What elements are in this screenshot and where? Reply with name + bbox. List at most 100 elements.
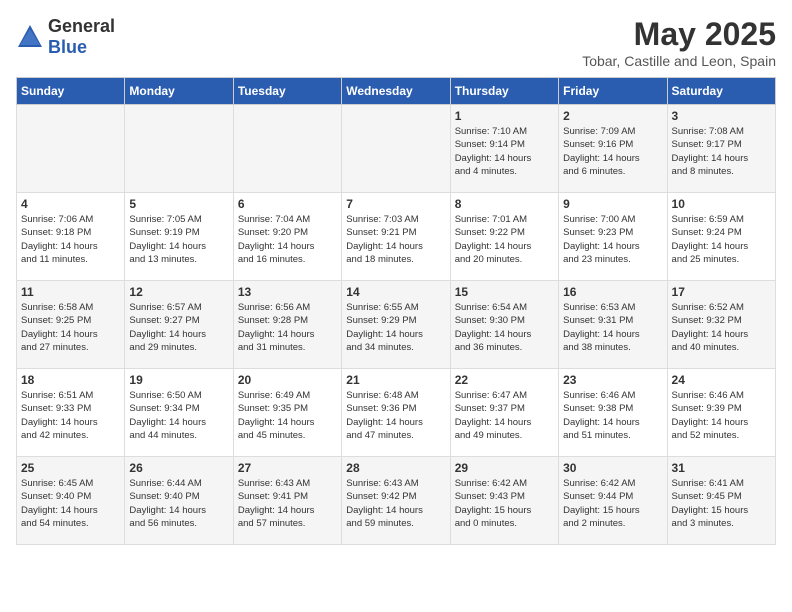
logo-blue: Blue (48, 37, 87, 57)
day-info: Sunrise: 6:43 AM Sunset: 9:41 PM Dayligh… (238, 477, 337, 530)
day-cell: 7Sunrise: 7:03 AM Sunset: 9:21 PM Daylig… (342, 193, 450, 281)
day-number: 10 (672, 197, 771, 211)
header-row: SundayMondayTuesdayWednesdayThursdayFrid… (17, 78, 776, 105)
day-cell: 29 Sunrise: 6:42 AM Sunset: 9:43 PM Dayli… (450, 457, 558, 545)
header: General Blue May 2025 Tobar, Castille an… (16, 16, 776, 69)
day-cell (342, 105, 450, 193)
day-info: Sunrise: 7:01 AM Sunset: 9:22 PM Dayligh… (455, 213, 554, 266)
day-cell: 25Sunrise: 6:45 AM Sunset: 9:40 PM Dayli… (17, 457, 125, 545)
day-number: 11 (21, 285, 120, 299)
day-cell (233, 105, 341, 193)
day-cell: 24 Sunrise: 6:46 AM Sunset: 9:39 PM Dayli… (667, 369, 775, 457)
day-cell (17, 105, 125, 193)
day-number: 15 (455, 285, 554, 299)
day-number: 29 (455, 461, 554, 475)
day-cell: 28 Sunrise: 6:43 AM Sunset: 9:42 PM Dayli… (342, 457, 450, 545)
day-cell: 26Sunrise: 6:44 AM Sunset: 9:40 PM Dayli… (125, 457, 233, 545)
day-cell: 12 Sunrise: 6:57 AM Sunset: 9:27 PM Dayli… (125, 281, 233, 369)
day-number: 9 (563, 197, 662, 211)
day-info: Sunrise: 6:56 AM Sunset: 9:28 PM Dayligh… (238, 301, 337, 354)
day-cell: 19 Sunrise: 6:50 AM Sunset: 9:34 PM Dayli… (125, 369, 233, 457)
day-cell (125, 105, 233, 193)
day-number: 27 (238, 461, 337, 475)
logo-icon (16, 23, 44, 51)
day-number: 4 (21, 197, 120, 211)
day-number: 16 (563, 285, 662, 299)
day-number: 21 (346, 373, 445, 387)
day-number: 23 (563, 373, 662, 387)
day-info: Sunrise: 6:48 AM Sunset: 9:36 PM Dayligh… (346, 389, 445, 442)
day-header-wednesday: Wednesday (342, 78, 450, 105)
day-number: 31 (672, 461, 771, 475)
day-cell: 17Sunrise: 6:52 AM Sunset: 9:32 PM Dayli… (667, 281, 775, 369)
day-number: 19 (129, 373, 228, 387)
week-row-2: 4 Sunrise: 7:06 AM Sunset: 9:18 PM Daylig… (17, 193, 776, 281)
calendar-table: SundayMondayTuesdayWednesdayThursdayFrid… (16, 77, 776, 545)
day-number: 3 (672, 109, 771, 123)
day-number: 6 (238, 197, 337, 211)
week-row-5: 25Sunrise: 6:45 AM Sunset: 9:40 PM Dayli… (17, 457, 776, 545)
week-row-4: 18 Sunrise: 6:51 AM Sunset: 9:33 PM Dayli… (17, 369, 776, 457)
day-cell: 31 Sunrise: 6:41 AM Sunset: 9:45 PM Dayli… (667, 457, 775, 545)
main-title: May 2025 (582, 16, 776, 53)
day-info: Sunrise: 6:41 AM Sunset: 9:45 PM Dayligh… (672, 477, 771, 530)
day-info: Sunrise: 6:47 AM Sunset: 9:37 PM Dayligh… (455, 389, 554, 442)
day-number: 8 (455, 197, 554, 211)
day-header-sunday: Sunday (17, 78, 125, 105)
day-info: Sunrise: 6:49 AM Sunset: 9:35 PM Dayligh… (238, 389, 337, 442)
day-cell: 30Sunrise: 6:42 AM Sunset: 9:44 PM Dayli… (559, 457, 667, 545)
day-cell: 1 Sunrise: 7:10 AM Sunset: 9:14 PM Daylig… (450, 105, 558, 193)
day-cell: 22 Sunrise: 6:47 AM Sunset: 9:37 PM Dayli… (450, 369, 558, 457)
day-cell: 27 Sunrise: 6:43 AM Sunset: 9:41 PM Dayli… (233, 457, 341, 545)
day-info: Sunrise: 6:50 AM Sunset: 9:34 PM Dayligh… (129, 389, 228, 442)
day-info: Sunrise: 7:04 AM Sunset: 9:20 PM Dayligh… (238, 213, 337, 266)
day-cell: 13 Sunrise: 6:56 AM Sunset: 9:28 PM Dayli… (233, 281, 341, 369)
day-info: Sunrise: 6:53 AM Sunset: 9:31 PM Dayligh… (563, 301, 662, 354)
day-number: 12 (129, 285, 228, 299)
day-info: Sunrise: 6:43 AM Sunset: 9:42 PM Dayligh… (346, 477, 445, 530)
day-info: Sunrise: 6:58 AM Sunset: 9:25 PM Dayligh… (21, 301, 120, 354)
day-info: Sunrise: 7:05 AM Sunset: 9:19 PM Dayligh… (129, 213, 228, 266)
day-cell: 11 Sunrise: 6:58 AM Sunset: 9:25 PM Dayli… (17, 281, 125, 369)
day-cell: 3Sunrise: 7:08 AM Sunset: 9:17 PM Daylig… (667, 105, 775, 193)
day-number: 18 (21, 373, 120, 387)
day-info: Sunrise: 6:42 AM Sunset: 9:43 PM Dayligh… (455, 477, 554, 530)
logo: General Blue (16, 16, 115, 58)
day-header-thursday: Thursday (450, 78, 558, 105)
day-info: Sunrise: 6:46 AM Sunset: 9:39 PM Dayligh… (672, 389, 771, 442)
day-cell: 9 Sunrise: 7:00 AM Sunset: 9:23 PM Daylig… (559, 193, 667, 281)
day-header-tuesday: Tuesday (233, 78, 341, 105)
week-row-1: 1 Sunrise: 7:10 AM Sunset: 9:14 PM Daylig… (17, 105, 776, 193)
week-row-3: 11 Sunrise: 6:58 AM Sunset: 9:25 PM Dayli… (17, 281, 776, 369)
day-info: Sunrise: 6:46 AM Sunset: 9:38 PM Dayligh… (563, 389, 662, 442)
day-info: Sunrise: 7:10 AM Sunset: 9:14 PM Dayligh… (455, 125, 554, 178)
day-info: Sunrise: 6:59 AM Sunset: 9:24 PM Dayligh… (672, 213, 771, 266)
day-number: 13 (238, 285, 337, 299)
title-area: May 2025 Tobar, Castille and Leon, Spain (582, 16, 776, 69)
day-number: 22 (455, 373, 554, 387)
day-cell: 8 Sunrise: 7:01 AM Sunset: 9:22 PM Daylig… (450, 193, 558, 281)
day-number: 28 (346, 461, 445, 475)
day-info: Sunrise: 6:51 AM Sunset: 9:33 PM Dayligh… (21, 389, 120, 442)
day-number: 1 (455, 109, 554, 123)
day-header-saturday: Saturday (667, 78, 775, 105)
day-info: Sunrise: 7:09 AM Sunset: 9:16 PM Dayligh… (563, 125, 662, 178)
logo-general: General (48, 16, 115, 36)
day-header-friday: Friday (559, 78, 667, 105)
day-number: 25 (21, 461, 120, 475)
day-number: 24 (672, 373, 771, 387)
day-cell: 18 Sunrise: 6:51 AM Sunset: 9:33 PM Dayli… (17, 369, 125, 457)
day-info: Sunrise: 6:55 AM Sunset: 9:29 PM Dayligh… (346, 301, 445, 354)
day-cell: 21 Sunrise: 6:48 AM Sunset: 9:36 PM Dayli… (342, 369, 450, 457)
subtitle: Tobar, Castille and Leon, Spain (582, 53, 776, 69)
day-cell: 5Sunrise: 7:05 AM Sunset: 9:19 PM Daylig… (125, 193, 233, 281)
day-info: Sunrise: 7:00 AM Sunset: 9:23 PM Dayligh… (563, 213, 662, 266)
day-number: 7 (346, 197, 445, 211)
day-info: Sunrise: 7:06 AM Sunset: 9:18 PM Dayligh… (21, 213, 120, 266)
day-info: Sunrise: 6:44 AM Sunset: 9:40 PM Dayligh… (129, 477, 228, 530)
day-info: Sunrise: 6:57 AM Sunset: 9:27 PM Dayligh… (129, 301, 228, 354)
day-info: Sunrise: 6:54 AM Sunset: 9:30 PM Dayligh… (455, 301, 554, 354)
day-cell: 6 Sunrise: 7:04 AM Sunset: 9:20 PM Daylig… (233, 193, 341, 281)
day-info: Sunrise: 6:52 AM Sunset: 9:32 PM Dayligh… (672, 301, 771, 354)
day-number: 20 (238, 373, 337, 387)
